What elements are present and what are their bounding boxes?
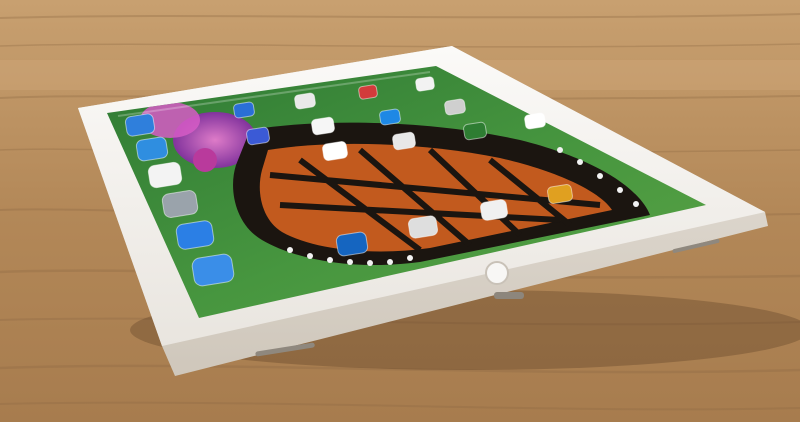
home-button[interactable] [485,261,509,285]
app-icon[interactable] [415,76,435,92]
app-icon[interactable] [392,131,416,151]
photos-icon[interactable] [147,161,183,189]
slack-icon[interactable] [524,112,546,130]
flower-center [193,148,217,172]
app-icon[interactable] [322,141,348,161]
photo-scene [0,0,800,422]
app-icon[interactable] [379,108,401,126]
app-icon[interactable] [311,116,335,136]
lightning-port [494,292,524,299]
app-icon[interactable] [358,84,378,100]
app-icon[interactable] [233,101,255,119]
app-icon[interactable] [335,231,369,257]
mail-icon[interactable] [124,113,156,137]
dropbox-icon[interactable] [175,220,215,251]
app-icon[interactable] [294,92,316,110]
app-icon[interactable] [444,98,466,116]
safari-icon[interactable] [135,136,169,162]
app-icon[interactable] [407,215,439,239]
keynote-icon[interactable] [191,253,235,287]
app-icon[interactable] [479,199,509,221]
app-icon[interactable] [547,184,573,204]
app-icon[interactable] [463,121,487,141]
settings-icon[interactable] [161,190,199,219]
app-icon[interactable] [246,126,270,146]
